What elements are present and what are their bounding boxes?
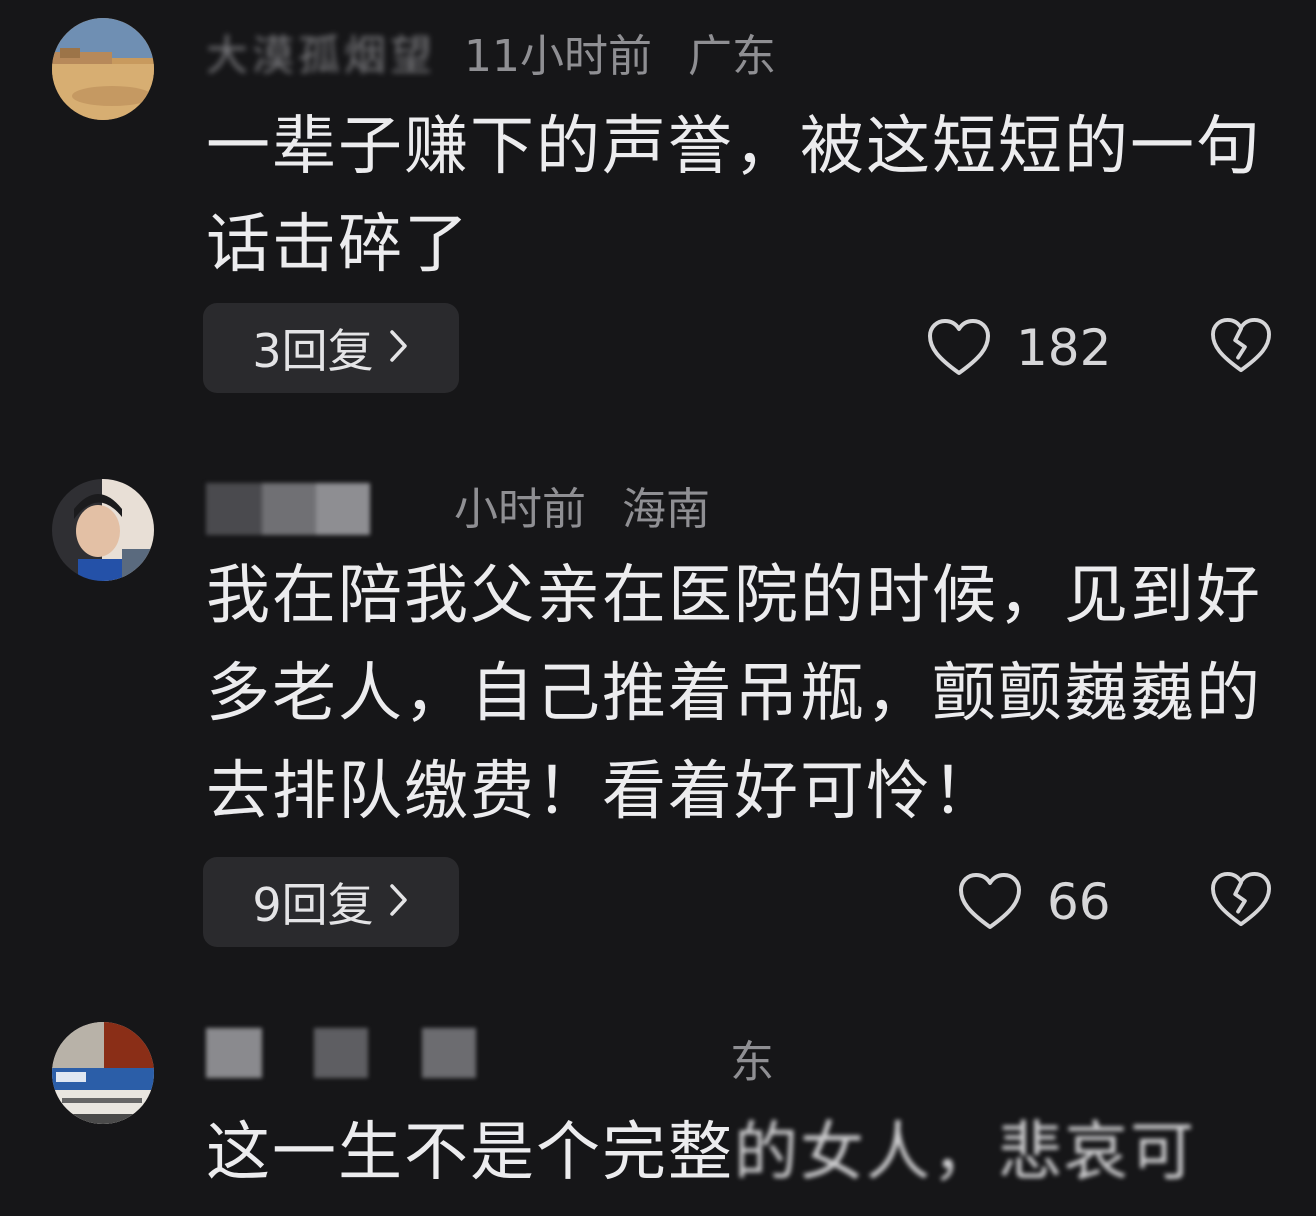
comment-item: 大漠孤烟望 11小时前 广东 一辈子赚下的声誉，被这短短的一句话击碎了 3回复 … <box>0 0 1316 410</box>
comment-location: 广东 <box>688 31 777 82</box>
avatar[interactable] <box>52 1022 154 1124</box>
heart-outline-icon <box>926 318 992 378</box>
avatar[interactable] <box>52 18 154 120</box>
comment-meta-secondary: 东 <box>560 1028 774 1088</box>
username-redacted[interactable] <box>206 1028 478 1078</box>
like-button[interactable]: 66 <box>957 857 1111 947</box>
comment-text: 我在陪我父亲在医院的时候，见到好多老人，自己推着吊瓶，颤颤巍巍的去排队缴费！看着… <box>206 559 1262 829</box>
replies-label: 9回复 <box>252 878 374 932</box>
heart-outline-icon <box>957 872 1023 932</box>
comment-text: 一辈子赚下的声誉，被这短短的一句话击碎了 <box>206 110 1262 282</box>
view-replies-button[interactable]: 3回复 <box>203 303 459 393</box>
comment-meta: 大漠孤烟望 11小时前 广东 <box>206 22 777 83</box>
like-button[interactable]: 182 <box>926 303 1111 393</box>
comment-location: 东 <box>730 1037 774 1088</box>
comment-time: 11小时前 <box>464 31 653 82</box>
comment-meta <box>206 1020 486 1080</box>
username-redacted[interactable] <box>206 483 446 535</box>
dislike-button[interactable] <box>1208 857 1274 947</box>
like-count: 66 <box>1047 873 1111 931</box>
dislike-button[interactable] <box>1208 303 1274 393</box>
broken-heart-icon <box>1209 871 1273 933</box>
comment-item: 小时前 海南 我在陪我父亲在医院的时候，见到好多老人，自己推着吊瓶，颤颤巍巍的去… <box>0 455 1316 965</box>
view-replies-button[interactable]: 9回复 <box>203 857 459 947</box>
avatar[interactable] <box>52 479 154 581</box>
comment-text-clear: 这一生不是个完整 <box>206 1116 734 1190</box>
like-count: 182 <box>1016 319 1112 377</box>
comment-location: 海南 <box>622 484 710 535</box>
comment-time: 小时前 <box>454 484 586 535</box>
replies-label: 3回复 <box>252 324 374 378</box>
chevron-right-icon <box>388 324 410 373</box>
comment-item: 东 这一生不是个完整的女人，悲哀可 <box>0 1000 1316 1216</box>
username[interactable]: 大漠孤烟望 <box>206 22 436 83</box>
comment-meta: 小时前 海南 <box>206 475 710 535</box>
chevron-right-icon <box>388 878 410 927</box>
broken-heart-icon <box>1209 317 1273 379</box>
comment-text: 这一生不是个完整的女人，悲哀可 <box>206 1104 1296 1202</box>
comment-text-blurred: 的女人，悲哀可 <box>734 1116 1196 1190</box>
comment-feed: 大漠孤烟望 11小时前 广东 一辈子赚下的声誉，被这短短的一句话击碎了 3回复 … <box>0 0 1316 1216</box>
